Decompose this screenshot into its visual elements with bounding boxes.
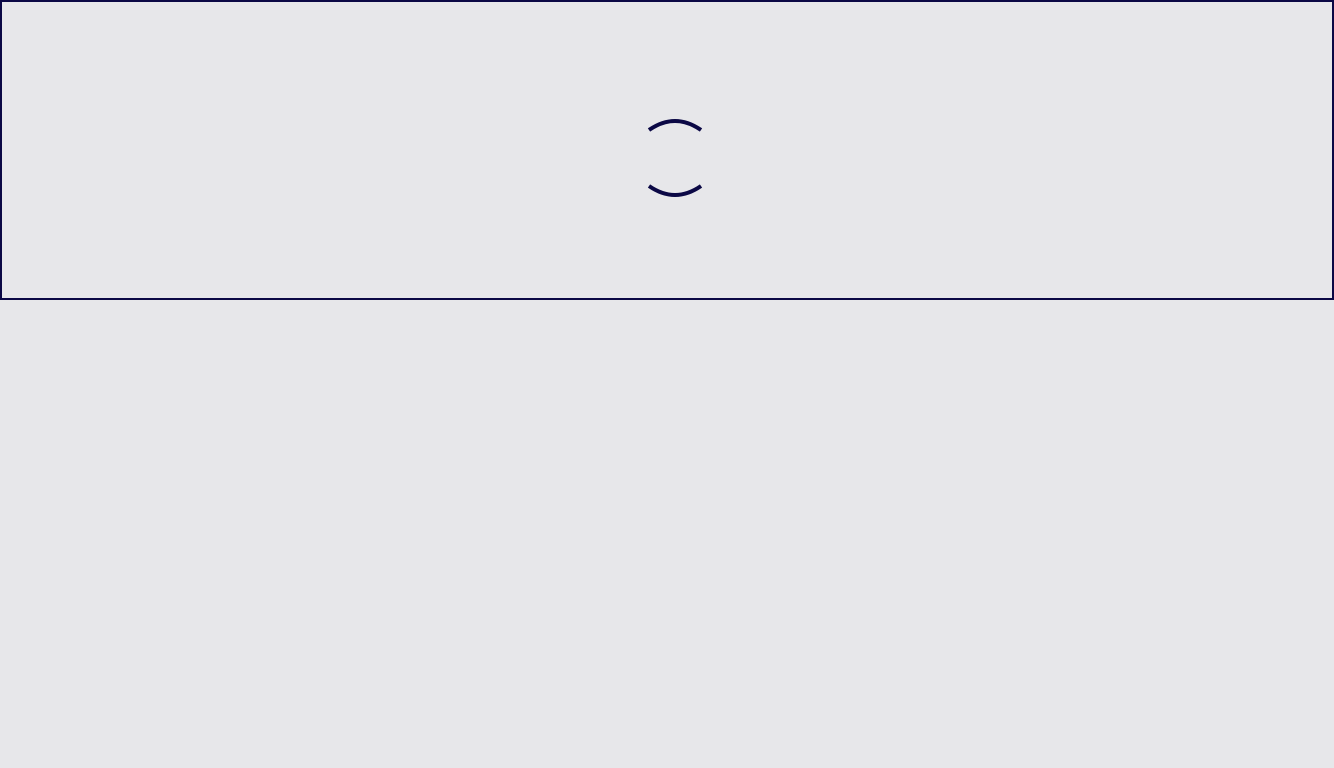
loading-panel [0,0,1334,300]
loading-spinner-icon [642,118,708,198]
page [0,0,1334,768]
